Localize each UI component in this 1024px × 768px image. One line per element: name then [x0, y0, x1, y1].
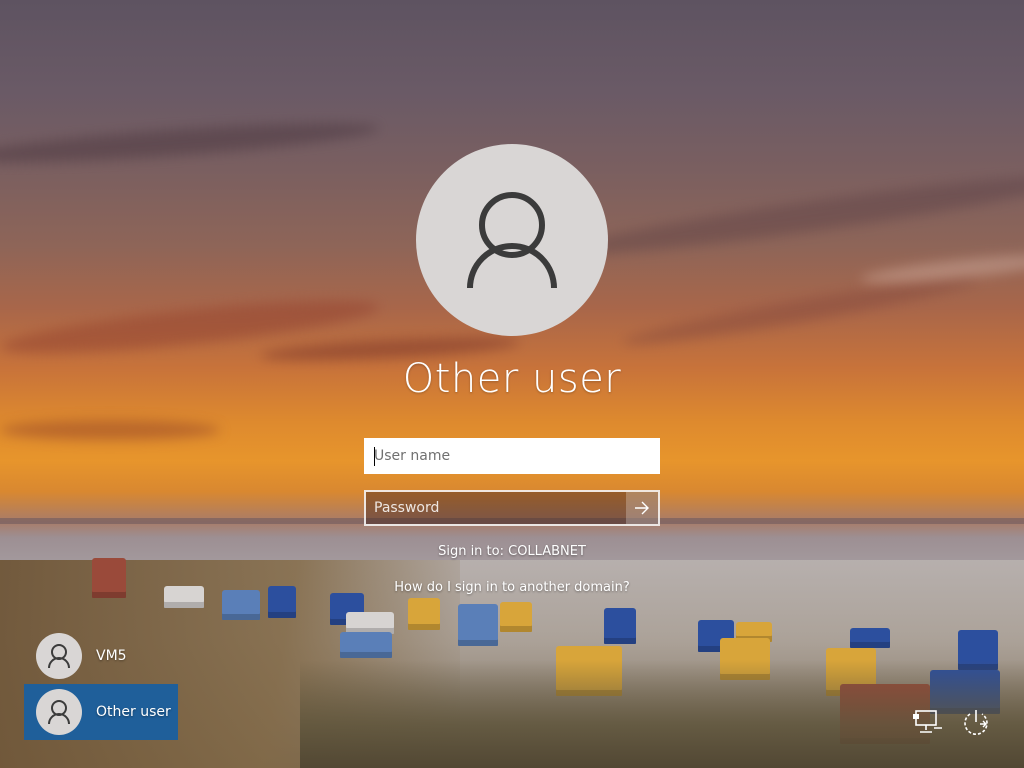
power-button[interactable] — [958, 704, 994, 740]
user-list-item-other-user[interactable]: Other user — [24, 684, 178, 740]
network-icon — [913, 710, 942, 733]
user-list-item-label: Other user — [96, 704, 171, 720]
password-input[interactable] — [366, 492, 626, 524]
beach-chair — [850, 628, 890, 648]
user-icon — [467, 192, 557, 289]
user-icon — [48, 700, 70, 725]
beach-chair — [458, 604, 498, 646]
beach-chair — [268, 586, 296, 618]
network-button[interactable] — [910, 704, 946, 740]
username-input[interactable] — [364, 438, 660, 474]
avatar — [36, 633, 82, 679]
sky-cloud — [560, 163, 1024, 267]
sign-in-domain-text: Sign in to: COLLABNET — [438, 544, 586, 559]
arrow-right-icon — [635, 501, 649, 515]
submit-button[interactable] — [626, 492, 658, 524]
password-field-group — [364, 490, 660, 526]
other-domain-link[interactable]: How do I sign in to another domain? — [312, 580, 712, 595]
lock-screen: Other user Sign in to: COLLABNET How do … — [0, 0, 1024, 768]
sky-cloud — [859, 249, 1024, 289]
beach-chair — [340, 632, 392, 658]
sky-cloud — [620, 268, 980, 354]
sky-cloud — [0, 420, 220, 440]
avatar — [36, 689, 82, 735]
beach-chair — [346, 612, 394, 634]
beach-chair — [408, 598, 440, 630]
power-icon — [964, 710, 988, 735]
sky-cloud — [0, 290, 381, 364]
selected-user-name: Other user — [402, 356, 622, 402]
beach-chair — [604, 608, 636, 644]
user-list-item-label: VM5 — [96, 648, 127, 664]
sky-cloud — [0, 115, 381, 171]
user-list-item-vm5[interactable]: VM5 — [24, 628, 178, 684]
text-cursor — [374, 447, 375, 466]
beach-chair — [92, 558, 126, 598]
beach-chair — [164, 586, 204, 608]
beach-chair — [222, 590, 260, 620]
user-icon — [48, 644, 70, 669]
user-avatar-large — [416, 144, 608, 336]
beach-chair — [500, 602, 532, 632]
